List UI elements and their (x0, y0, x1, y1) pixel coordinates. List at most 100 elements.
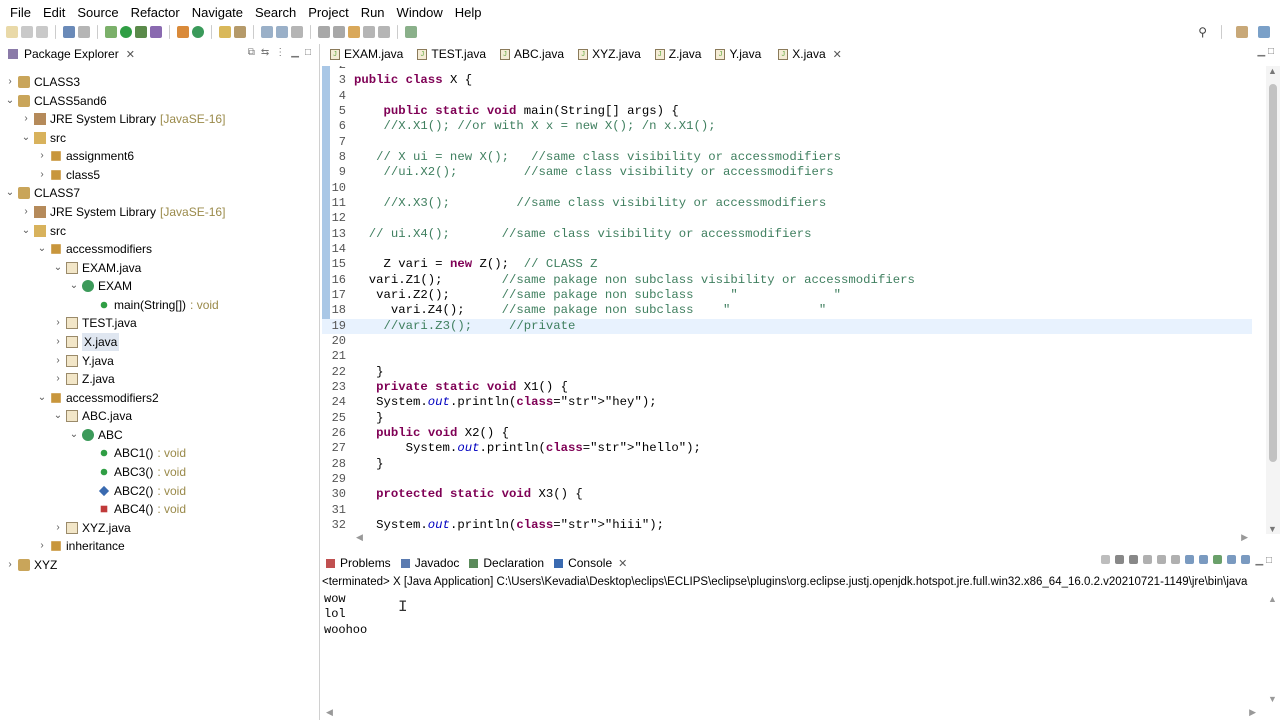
chevron-right-icon[interactable]: › (4, 73, 16, 91)
maximize-icon[interactable]: □ (305, 47, 311, 58)
clear-console-icon[interactable] (1143, 555, 1153, 564)
console-view-controls[interactable]: ▁ □ (1255, 555, 1272, 566)
new-icon[interactable] (6, 26, 18, 38)
show-whitespace-icon[interactable] (291, 26, 303, 38)
tree-item[interactable]: ⌄ CLASS7 (4, 184, 80, 202)
tree-item[interactable]: ABC4(): void (84, 500, 186, 518)
run-icon[interactable] (120, 26, 132, 38)
tree-item[interactable]: ABC1(): void (84, 444, 186, 462)
terminal-icon[interactable] (63, 26, 75, 38)
chevron-right-icon[interactable]: › (52, 333, 64, 351)
menu-source[interactable]: Source (71, 5, 124, 20)
tab-xyz-java[interactable]: J XYZ.java (578, 44, 641, 64)
chevron-down-icon[interactable]: ⌄ (36, 389, 48, 407)
tree-item[interactable]: ⌄ accessmodifiers2 (36, 389, 159, 407)
tree-item[interactable]: ABC3(): void (84, 463, 186, 481)
next-annotation-icon[interactable] (318, 26, 330, 38)
chevron-down-icon[interactable]: ⌄ (52, 407, 64, 425)
tree-item[interactable]: › TEST.java (52, 314, 136, 332)
word-wrap-icon[interactable] (1171, 555, 1181, 564)
menu-navigate[interactable]: Navigate (186, 5, 249, 20)
menu-project[interactable]: Project (302, 5, 354, 20)
tree-item[interactable]: ⌄ ABC.java (52, 407, 132, 425)
tree-item[interactable]: ⌄ EXAM.java (52, 259, 142, 277)
console-vertical-scrollbar[interactable]: ▲ ▼ (1266, 594, 1280, 704)
menu-help[interactable]: Help (449, 5, 488, 20)
save-icon[interactable] (21, 26, 33, 38)
skip-breakpoints-icon[interactable] (78, 26, 90, 38)
tree-item[interactable]: › X.java (52, 332, 120, 351)
scroll-left-icon[interactable]: ◀ (356, 532, 363, 543)
scroll-lock-icon[interactable] (1157, 555, 1167, 564)
menu-window[interactable]: Window (391, 5, 449, 20)
tree-item[interactable]: › class5 (36, 166, 100, 184)
tree-item[interactable]: › inheritance (36, 537, 124, 555)
menu-file[interactable]: File (4, 5, 37, 20)
tree-item[interactable]: › Y.java (52, 352, 113, 370)
chevron-right-icon[interactable]: › (36, 537, 48, 555)
editor-vertical-scrollbar[interactable]: ▲ ▼ (1266, 66, 1280, 534)
java-perspective-icon[interactable] (1258, 26, 1270, 38)
scroll-up-icon[interactable]: ▲ (1268, 594, 1277, 604)
show-stderr-icon[interactable] (1199, 555, 1209, 564)
tab-z-java[interactable]: J Z.java (654, 44, 701, 64)
chevron-right-icon[interactable]: › (20, 203, 32, 221)
chevron-right-icon[interactable]: › (52, 314, 64, 332)
search-tool-icon[interactable] (234, 26, 246, 38)
toggle-block-icon[interactable] (276, 26, 288, 38)
new-class-icon[interactable] (192, 26, 204, 38)
link-editor-icon[interactable]: ⇆ (261, 47, 269, 58)
chevron-right-icon[interactable]: › (52, 352, 64, 370)
back-icon[interactable] (363, 26, 375, 38)
scroll-down-icon[interactable]: ▼ (1268, 524, 1277, 534)
editor-horizontal-scrollbar[interactable]: ◀ ▶ (352, 532, 1252, 546)
scroll-thumb[interactable] (1269, 84, 1277, 462)
tab-test-java[interactable]: J TEST.java (417, 44, 486, 64)
pin-console-icon[interactable] (1213, 555, 1223, 564)
last-edit-icon[interactable] (348, 26, 360, 38)
menu-refactor[interactable]: Refactor (125, 5, 186, 20)
chevron-right-icon[interactable]: › (36, 147, 48, 165)
close-icon[interactable]: ✕ (833, 48, 842, 61)
tab-abc-java[interactable]: J ABC.java (500, 44, 564, 64)
toggle-mark-icon[interactable] (261, 26, 273, 38)
tree-item[interactable]: ⌄ src (20, 222, 66, 240)
scroll-down-icon[interactable]: ▼ (1268, 694, 1277, 704)
tree-item[interactable]: ⌄ CLASS5and6 (4, 92, 107, 110)
tab-x-java[interactable]: J X.java ✕ (775, 44, 845, 64)
debug-icon[interactable] (105, 26, 117, 38)
scroll-right-icon[interactable]: ▶ (1249, 707, 1256, 718)
chevron-down-icon[interactable]: ⌄ (68, 426, 80, 444)
editor-max-controls[interactable]: ▁ □ (1257, 46, 1274, 57)
chevron-right-icon[interactable]: › (52, 370, 64, 388)
menu-search[interactable]: Search (249, 5, 302, 20)
tree-item[interactable]: › JRE System Library [JavaSE-16] (20, 203, 225, 221)
pin-editor-icon[interactable] (405, 26, 417, 38)
close-icon[interactable]: ✕ (126, 48, 135, 61)
chevron-down-icon[interactable]: ⌄ (20, 129, 32, 147)
external-tools-icon[interactable] (150, 26, 162, 38)
tab-console[interactable]: Console ✕ (554, 556, 627, 570)
tree-item[interactable]: ⌄ EXAM (68, 277, 132, 295)
open-perspective-icon[interactable] (1236, 26, 1248, 38)
remove-all-icon[interactable] (1129, 555, 1139, 564)
view-menu-icon[interactable]: ⋮ (275, 47, 285, 58)
chevron-down-icon[interactable]: ⌄ (20, 222, 32, 240)
remove-launch-icon[interactable] (1115, 555, 1125, 564)
tree-item[interactable]: › JRE System Library [JavaSE-16] (20, 110, 225, 128)
show-stdout-icon[interactable] (1185, 555, 1195, 564)
tree-item[interactable]: ABC2(): void (84, 482, 186, 500)
chevron-right-icon[interactable]: › (4, 556, 16, 574)
tab-y-java[interactable]: J Y.java (715, 44, 761, 64)
tree-item[interactable]: ⌄ accessmodifiers (36, 240, 152, 258)
tree-item[interactable]: › XYZ (4, 556, 57, 574)
close-icon[interactable]: ✕ (618, 557, 627, 570)
save-all-icon[interactable] (36, 26, 48, 38)
tab-javadoc[interactable]: Javadoc (400, 556, 459, 570)
chevron-down-icon[interactable]: ⌄ (36, 240, 48, 258)
chevron-right-icon[interactable]: › (36, 166, 48, 184)
search-icon[interactable]: ⚲ (1198, 25, 1207, 39)
tree-item[interactable]: › XYZ.java (52, 519, 130, 537)
terminate-icon[interactable] (1101, 555, 1111, 564)
forward-icon[interactable] (378, 26, 390, 38)
